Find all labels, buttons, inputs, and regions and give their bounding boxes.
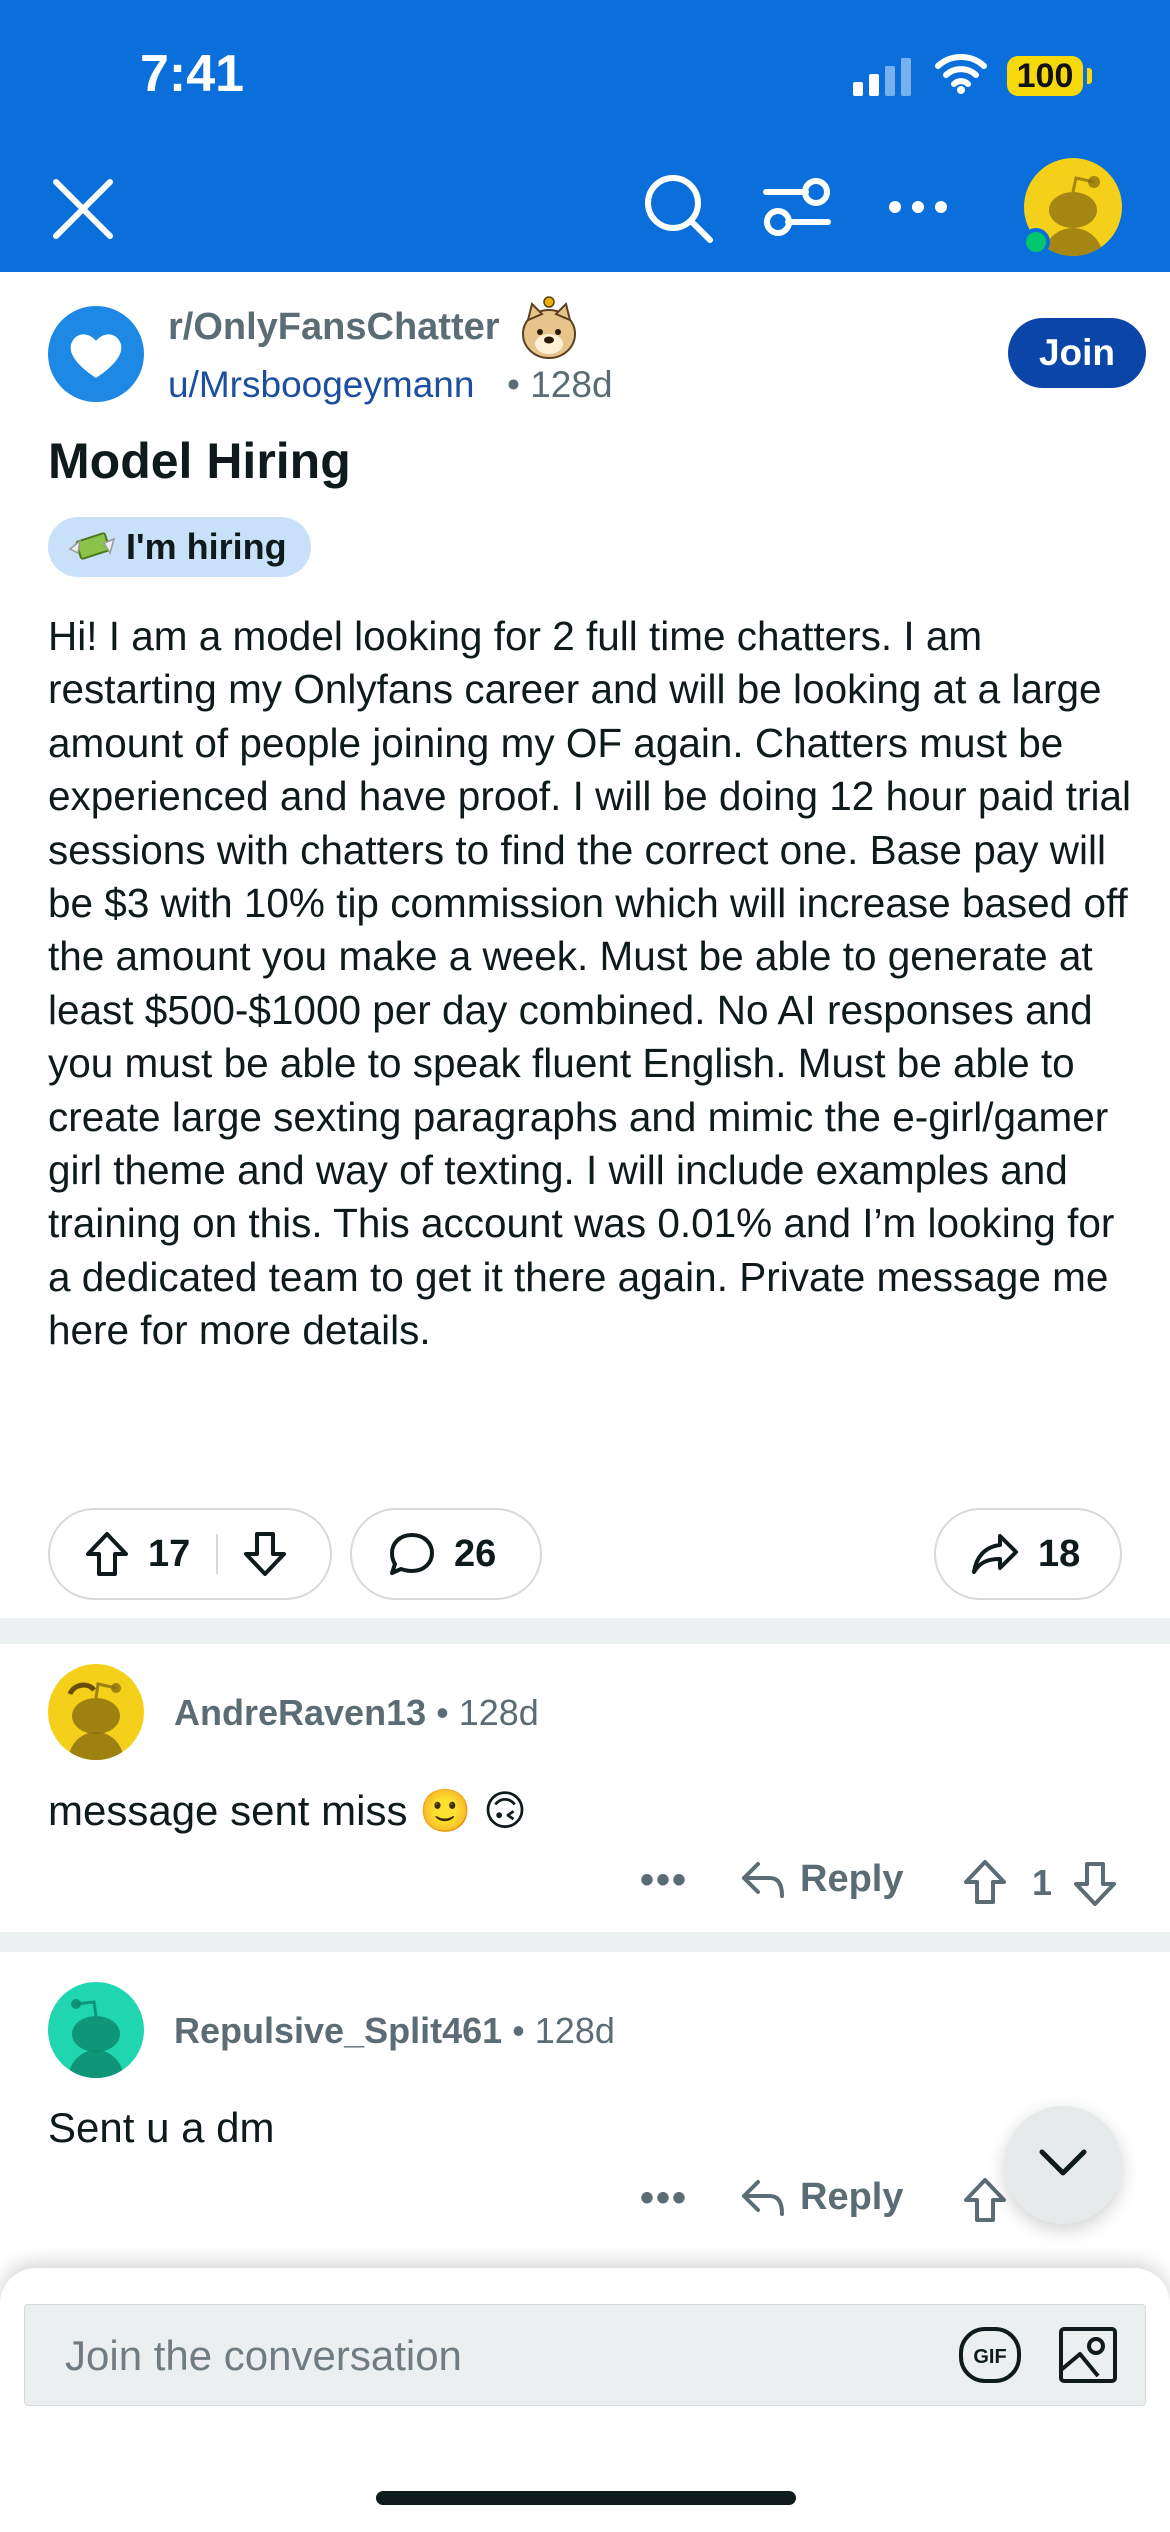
post-age: • 128d (507, 364, 613, 405)
vote-bar: 17 (48, 1508, 332, 1600)
downvote-icon[interactable] (1072, 1860, 1118, 1908)
doge-avatar-icon (522, 296, 576, 359)
join-button[interactable]: Join (1008, 318, 1146, 388)
flair-label: I'm hiring (126, 526, 287, 567)
section-divider (0, 1618, 1170, 1644)
reply-label: Reply (800, 1858, 904, 1900)
close-icon[interactable] (52, 178, 114, 240)
share-arrow-icon (972, 1534, 1018, 1574)
gif-button[interactable]: GIF (958, 2326, 1022, 2384)
comment-text: Sent u a dm (48, 2104, 275, 2151)
comment-bubble-icon (390, 1533, 434, 1575)
upvote-icon[interactable] (962, 2176, 1008, 2224)
post-age-value: 128d (530, 364, 613, 405)
section-divider (0, 1932, 1170, 1952)
subreddit-name[interactable]: r/OnlyFansChatter (168, 306, 500, 349)
upvote-count: 17 (148, 1532, 191, 1575)
comment-text: message sent miss 🙂 🙃 (48, 1787, 527, 1834)
online-status-dot (1022, 228, 1050, 256)
downvote-icon[interactable] (242, 1530, 288, 1578)
comment-count: 26 (454, 1532, 497, 1575)
status-time: 7:41 (140, 45, 245, 103)
comment-more-button[interactable]: ••• (640, 2176, 688, 2221)
comment-username[interactable]: Repulsive_Split461 • 128d (174, 2010, 615, 2052)
comment-avatar[interactable] (48, 1982, 144, 2078)
snoo-icon (67, 1682, 124, 1760)
post-body: Hi! I am a model looking for 2 full time… (48, 613, 1131, 1354)
scroll-down-button[interactable] (1004, 2106, 1122, 2224)
comment-username-text[interactable]: Repulsive_Split461 (174, 2010, 502, 2051)
reply-label: Reply (800, 2176, 904, 2218)
battery-nub (1087, 68, 1092, 84)
home-indicator[interactable] (376, 2491, 796, 2505)
comment-username-text[interactable]: AndreRaven13 (174, 1692, 426, 1733)
comments-button[interactable]: 26 (350, 1508, 542, 1600)
comment-score: 1 (1032, 1862, 1053, 1903)
reply-button[interactable]: Reply (740, 1858, 903, 1901)
vote-divider (216, 1534, 219, 1574)
sort-filter-icon[interactable] (762, 176, 832, 238)
comment-username[interactable]: AndreRaven13 • 128d (174, 1692, 539, 1734)
more-dots-icon[interactable] (888, 200, 948, 214)
post-author[interactable]: u/Mrsboogeymann (168, 364, 474, 406)
comment-age: 128d (534, 2010, 615, 2051)
money-wings-icon (68, 532, 116, 560)
search-icon[interactable] (642, 172, 714, 244)
comment-avatar[interactable] (48, 1664, 144, 1760)
reply-arrow-icon (742, 1861, 784, 1898)
battery-indicator: 100 (1007, 56, 1083, 96)
wifi-icon (935, 54, 987, 94)
post-title: Model Hiring (48, 433, 351, 489)
comment-age: 128d (458, 1692, 539, 1733)
upvote-icon[interactable] (84, 1530, 130, 1578)
share-button[interactable]: 18 (934, 1508, 1122, 1600)
post-flair[interactable]: I'm hiring (48, 517, 311, 577)
chevron-down-icon (1039, 2149, 1087, 2176)
reply-button[interactable]: Reply (740, 2176, 903, 2219)
gif-label: GIF (973, 2346, 1006, 2368)
image-upload-icon[interactable] (1058, 2326, 1118, 2384)
subreddit-icon[interactable] (48, 306, 144, 402)
reply-arrow-icon (742, 2179, 784, 2216)
comment-input[interactable] (25, 2305, 967, 2407)
snoo-icon (68, 1999, 124, 2078)
comment-more-button[interactable]: ••• (640, 1858, 688, 1903)
share-count: 18 (1038, 1532, 1081, 1575)
cellular-signal-icon (853, 58, 911, 96)
heart-icon (70, 334, 122, 378)
app-header (0, 0, 1170, 272)
comment-actions: ••• Reply 1 (640, 1858, 1140, 1918)
upvote-icon[interactable] (962, 1858, 1008, 1906)
